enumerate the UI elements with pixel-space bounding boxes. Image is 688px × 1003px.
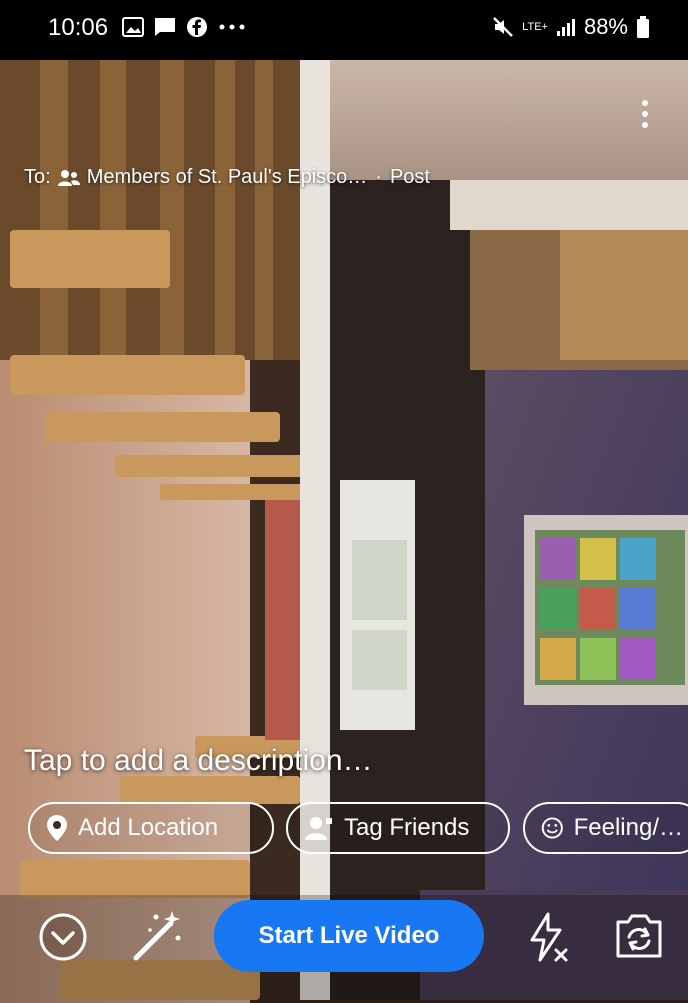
collapse-icon[interactable] xyxy=(38,912,88,962)
start-live-video-button[interactable]: Start Live Video xyxy=(214,900,484,972)
status-bar: 10:06 LTE+ 88% xyxy=(0,0,688,60)
group-icon xyxy=(57,169,80,186)
switch-camera-icon[interactable] xyxy=(612,912,666,960)
image-icon xyxy=(122,17,144,37)
message-icon xyxy=(155,18,175,36)
description-input[interactable]: Tap to add a description… xyxy=(24,744,373,778)
smiley-icon xyxy=(541,817,563,839)
magic-wand-icon[interactable] xyxy=(130,908,186,964)
feeling-button[interactable]: Feeling/… xyxy=(523,802,688,854)
mute-icon xyxy=(493,17,514,37)
facebook-icon xyxy=(187,17,207,37)
system-status: LTE+ 88% xyxy=(492,14,650,40)
feeling-label: Feeling/… xyxy=(573,814,683,841)
network-label: LTE+ xyxy=(522,21,548,33)
battery-percent: 88% xyxy=(583,14,628,39)
post-type: Post xyxy=(389,166,430,188)
battery-icon xyxy=(637,16,649,38)
notification-icons xyxy=(122,16,246,38)
audience-name: Members of St. Paul's Episco… xyxy=(86,166,368,188)
flash-off-icon[interactable] xyxy=(526,912,570,962)
tag-friends-button[interactable]: Tag Friends xyxy=(286,802,510,854)
tag-friends-icon xyxy=(305,817,332,840)
add-location-button[interactable]: Add Location xyxy=(28,802,274,854)
signal-icon xyxy=(556,19,575,36)
tag-friends-label: Tag Friends xyxy=(344,814,470,841)
more-notifications-icon xyxy=(219,24,245,30)
separator: · xyxy=(375,166,382,188)
to-label: To: xyxy=(24,166,51,188)
location-pin-icon xyxy=(47,815,67,841)
more-options-icon[interactable] xyxy=(638,98,652,130)
add-location-label: Add Location xyxy=(78,814,219,841)
status-time: 10:06 xyxy=(48,14,109,41)
audience-selector[interactable]: To: Members of St. Paul's Episco… · Post xyxy=(24,166,430,189)
